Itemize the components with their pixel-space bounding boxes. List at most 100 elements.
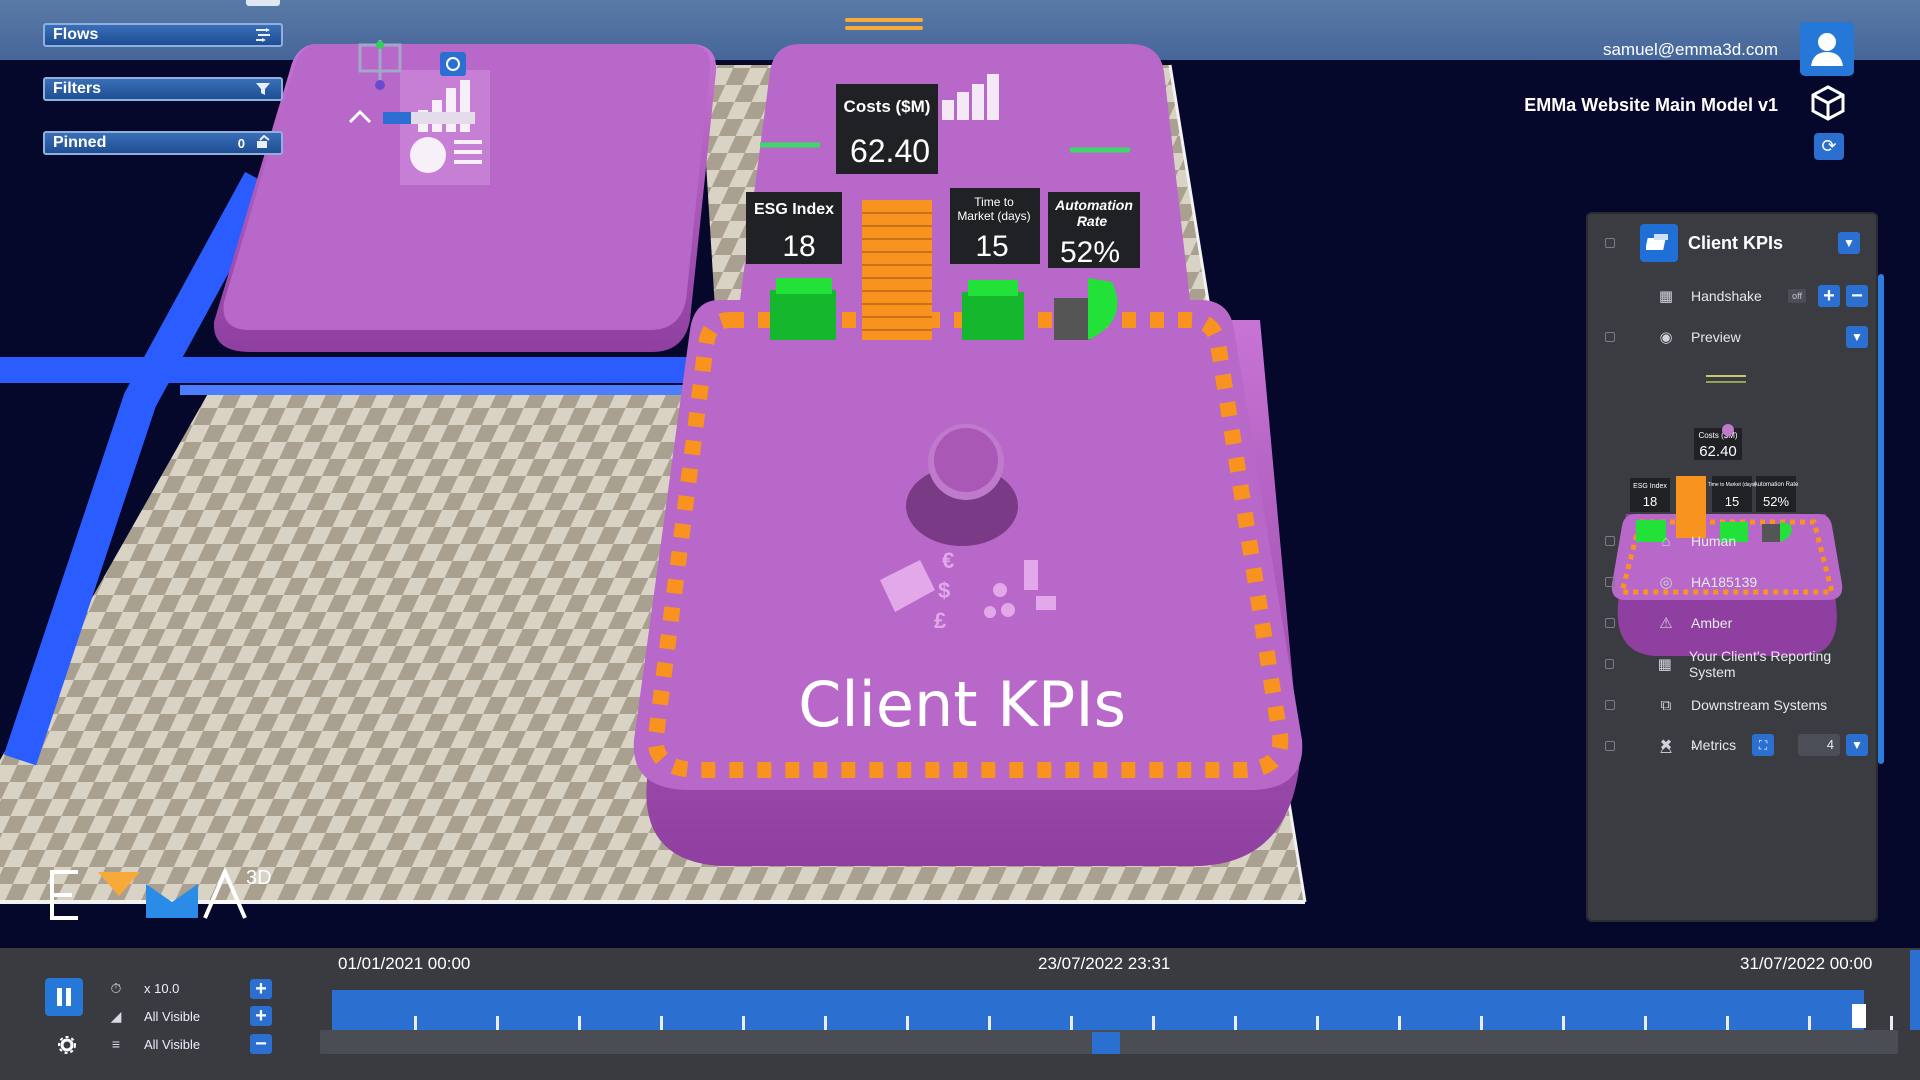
remove-button[interactable]: − — [1846, 285, 1868, 307]
kpi-bar-costs-stripe[interactable] — [862, 251, 932, 253]
preview-esg-value: 18 — [1643, 494, 1657, 509]
filter-icon[interactable] — [253, 80, 273, 98]
kpi-bar-costs-stripe[interactable] — [862, 212, 932, 214]
timeline-tick — [906, 1016, 909, 1030]
client-kpis-panel[interactable]: Client KPIs ▼ ▦ Handshake off + − ◉ Prev… — [1588, 214, 1884, 920]
flows-visibility-icon: ◢ — [110, 1008, 122, 1024]
metrics-dropdown-button[interactable]: ▼ — [1846, 734, 1868, 756]
kpi-board-automation[interactable]: Automation Rate 52% — [1048, 192, 1140, 269]
timeline-tick — [1726, 1016, 1729, 1030]
handshake-icon: ▦ — [1658, 288, 1674, 305]
timeline-start-date: 01/01/2021 00:00 — [338, 954, 471, 973]
kpi-bar-costs-stripe[interactable] — [862, 225, 932, 227]
panel-title: Client KPIs — [1688, 232, 1784, 253]
kpi-bar-costs-stripe[interactable] — [862, 290, 932, 292]
model-cube-icon[interactable] — [1810, 85, 1846, 121]
timeline-current-marker[interactable] — [1092, 1032, 1120, 1054]
kpi-bar-costs-stripe[interactable] — [862, 329, 932, 331]
flows-icon[interactable] — [253, 26, 273, 44]
settings-cube-icon[interactable] — [440, 52, 466, 76]
visible-minus-button[interactable]: − — [250, 1033, 272, 1055]
preview-dropdown-button[interactable]: ▼ — [1846, 326, 1868, 348]
timeline-tick — [1644, 1016, 1647, 1030]
kpi-board-ttm[interactable]: Time to Market (days) 15 — [950, 188, 1040, 264]
pin-toggle[interactable] — [1605, 700, 1615, 710]
kpi-bar-costs-stripe[interactable] — [862, 264, 932, 266]
list-item[interactable]: ▦ Your Client's Reporting System — [1588, 648, 1868, 680]
timeline-end-handle[interactable] — [1852, 1004, 1866, 1028]
target-icon: ◎ — [1659, 574, 1673, 591]
preview-ttm-label: Time to Market (days) — [1708, 482, 1757, 488]
kpi-panel-icon — [1640, 224, 1678, 262]
kpi-bar-ttm-top[interactable] — [968, 280, 1018, 296]
filters-panel[interactable]: Filters — [43, 77, 283, 101]
pin-toggle[interactable] — [1605, 618, 1615, 628]
kpi-costs-label: Costs ($M) — [844, 97, 931, 116]
kpi-bar-costs[interactable] — [862, 200, 932, 340]
pin-toggle[interactable] — [1605, 577, 1615, 587]
pinned-count: 0 — [237, 135, 245, 151]
kpi-board-esg[interactable]: ESG Index 18 — [746, 192, 842, 264]
flows-label: Flows — [53, 26, 99, 43]
handshake-row[interactable]: ▦ Handshake off + − — [1588, 281, 1868, 311]
pinned-panel[interactable]: Pinned 0 — [43, 131, 283, 155]
preview-row[interactable]: ◉ Preview ▼ — [1588, 322, 1868, 352]
pin-toggle[interactable] — [1605, 659, 1615, 669]
refresh-icon: ⟳ — [1821, 136, 1837, 156]
visibility-1-label: All Visible — [144, 1009, 201, 1024]
kpi-costs-value: 62.40 — [850, 133, 930, 169]
list-item-label: Your Client's Reporting System — [1688, 648, 1832, 680]
pin-toggle[interactable] — [1605, 536, 1615, 546]
kpi-bar-costs-stripe[interactable] — [862, 277, 932, 279]
clock-icon: ⏱ — [110, 980, 122, 996]
pin-toggle[interactable] — [1605, 238, 1615, 248]
kpi-bar-costs-stripe[interactable] — [862, 238, 932, 240]
visibility-2-label: All Visible — [144, 1036, 201, 1052]
visibility-control-1[interactable]: ◢ All Visible — [106, 1008, 201, 1025]
settings-gear-icon[interactable] — [58, 1036, 76, 1059]
svg-text:€: € — [942, 548, 954, 573]
list-item[interactable]: ⌂ Human — [1588, 526, 1868, 556]
kpi-ttm-label-2: Market (days) — [957, 209, 1030, 223]
timeline-tick — [1070, 1016, 1073, 1030]
flows-panel[interactable]: Flows — [43, 23, 283, 47]
speed-control[interactable]: ⏱ x 10.0 — [106, 980, 180, 997]
kpi-bar-esg[interactable] — [770, 290, 836, 340]
panel-scrollbar[interactable] — [1878, 274, 1884, 764]
visibility-control-2[interactable]: ≡ All Visible — [106, 1036, 200, 1052]
kpi-bar-esg-top[interactable] — [776, 278, 832, 294]
metrics-count[interactable]: 4 — [1798, 734, 1840, 756]
kpi-bar-costs-stripe[interactable] — [862, 316, 932, 318]
panel-collapse-button[interactable]: ▼ — [1838, 232, 1860, 254]
visible-plus-button[interactable]: + — [250, 1005, 272, 1027]
kpi-bar-costs-stripe[interactable] — [862, 303, 932, 305]
timeline-tick — [1808, 1016, 1811, 1030]
refresh-button[interactable]: ⟳ — [1814, 133, 1844, 160]
pin-toggle[interactable] — [1605, 332, 1615, 342]
list-item-label: Amber — [1691, 615, 1733, 631]
kpi-bar-ttm[interactable] — [962, 292, 1024, 340]
kpi-bar-automation-base[interactable] — [1054, 298, 1090, 340]
metrics-scan-button[interactable]: ⛶ — [1752, 734, 1775, 756]
kpi-board-costs[interactable]: Costs ($M) 62.40 — [836, 84, 938, 174]
list-item[interactable]: ⚠ Amber — [1588, 608, 1868, 638]
timeline-tick — [496, 1016, 499, 1030]
speed-plus-button[interactable]: + — [250, 978, 272, 1000]
handshake-toggle[interactable]: off — [1788, 289, 1806, 303]
handshake-label: Handshake — [1691, 288, 1762, 304]
user-avatar-button[interactable] — [1800, 22, 1854, 76]
speed-value: x 10.0 — [144, 981, 180, 996]
timeline-right-scroll[interactable] — [1910, 950, 1920, 1030]
timeline-track[interactable] — [332, 990, 1864, 1030]
add-button[interactable]: + — [1818, 285, 1840, 307]
list-item[interactable]: ◎ HA185139 — [1588, 567, 1868, 597]
pin-stack-icon[interactable] — [253, 134, 273, 152]
metrics-row[interactable]: ✖ Metrics ⛶ 4 ▼ — [1588, 730, 1868, 760]
filters-label: Filters — [53, 80, 102, 97]
building-icon: ▦ — [1657, 656, 1672, 673]
kpi-esg-label: ESG Index — [754, 201, 834, 218]
list-item[interactable]: ⧉ Downstream Systems — [1588, 690, 1868, 720]
timeline-tick — [1316, 1016, 1319, 1030]
timeline-tick — [1152, 1016, 1155, 1030]
pause-button[interactable] — [45, 978, 83, 1016]
